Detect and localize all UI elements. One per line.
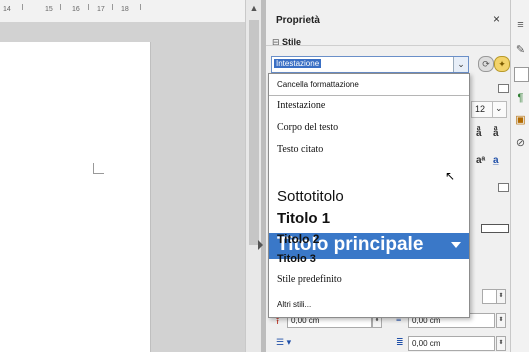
ruler-label: 15 bbox=[45, 6, 53, 13]
spin-button[interactable]: ⬍ bbox=[496, 313, 506, 328]
list-item-label: Titolo 2 bbox=[277, 232, 320, 246]
list-item-label: Cancella formattazione bbox=[277, 80, 359, 89]
ruler-label: 17 bbox=[97, 6, 105, 13]
spin-button[interactable]: ⬍ bbox=[496, 289, 506, 304]
list-item[interactable]: Titolo 1 bbox=[269, 210, 469, 230]
ruler-tick bbox=[112, 4, 113, 10]
paragraph-style-combo[interactable]: Intestazione ⌄ bbox=[271, 56, 469, 73]
superscript-icon[interactable]: aͣ bbox=[476, 128, 482, 139]
update-style-icon[interactable]: ⟳ bbox=[478, 56, 494, 72]
list-item-label: Corpo del testo bbox=[277, 122, 339, 133]
scrollbar-thumb[interactable] bbox=[249, 20, 259, 245]
mouse-pointer-icon: ↖ bbox=[445, 169, 456, 183]
style-section-header[interactable]: ⊟ Stile bbox=[272, 37, 301, 48]
ruler-tick bbox=[22, 4, 23, 10]
font-size-value: 12 bbox=[475, 104, 486, 114]
increase-font-icon[interactable]: aᵃ bbox=[476, 155, 485, 166]
list-item[interactable]: Intestazione bbox=[269, 100, 469, 116]
list-item-label: Testo citato bbox=[277, 144, 324, 155]
list-item[interactable]: Stile predefinito bbox=[269, 274, 469, 290]
more-options-icon[interactable] bbox=[498, 84, 509, 93]
chevron-down-icon[interactable]: ⌄ bbox=[453, 57, 468, 72]
list-item-label: Titolo 3 bbox=[277, 253, 316, 265]
sidebar-tab-bar: ≡ ✎ ¶ ▣ ⊘ bbox=[510, 0, 529, 352]
spacing-below-icon: ≣ bbox=[396, 337, 404, 347]
list-item-label: Intestazione bbox=[277, 100, 326, 111]
decrease-font-icon[interactable]: a̲ bbox=[493, 155, 499, 166]
list-item[interactable]: Cancella formattazione bbox=[269, 80, 469, 94]
highlight-color-swatch[interactable] bbox=[481, 224, 509, 233]
list-item[interactable]: Corpo del testo bbox=[269, 122, 469, 138]
more-options-icon[interactable] bbox=[498, 183, 509, 192]
chevron-down-icon: ⌄ bbox=[495, 103, 503, 113]
ruler-label: 14 bbox=[3, 6, 11, 13]
new-style-icon[interactable]: ✦ bbox=[494, 56, 510, 72]
divider bbox=[269, 95, 469, 96]
ruler-tick bbox=[88, 4, 89, 10]
list-item-label: Titolo 1 bbox=[277, 210, 331, 227]
list-item[interactable]: Sottotitolo bbox=[269, 188, 469, 208]
properties-icon[interactable]: ✎ bbox=[514, 44, 527, 57]
list-item-label: Altri stili... bbox=[277, 300, 312, 309]
ruler-label: 16 bbox=[72, 6, 80, 13]
ruler-label: 18 bbox=[121, 6, 129, 13]
gallery-icon[interactable]: ▣ bbox=[514, 114, 527, 127]
horizontal-ruler[interactable]: 14 15 16 17 18 bbox=[0, 0, 245, 23]
vertical-scrollbar[interactable]: ▲ bbox=[245, 0, 262, 352]
list-icon[interactable]: ☰ ▾ bbox=[276, 337, 291, 348]
scroll-up-icon[interactable]: ▲ bbox=[246, 0, 262, 16]
ruler-tick bbox=[140, 4, 141, 10]
style-dropdown-list: Cancella formattazione Intestazione Corp… bbox=[268, 73, 470, 318]
navigator-icon[interactable]: ⊘ bbox=[514, 137, 527, 150]
collapse-sidebar-icon[interactable] bbox=[258, 240, 263, 250]
ruler-tick bbox=[60, 4, 61, 10]
page-icon[interactable] bbox=[514, 67, 529, 82]
font-size-input[interactable]: 12 bbox=[471, 101, 493, 118]
subscript-icon[interactable]: aͣ bbox=[493, 128, 499, 139]
sidebar-menu-icon[interactable]: ≡ bbox=[514, 19, 527, 32]
panel-title: Proprietà bbox=[276, 15, 320, 26]
list-item[interactable]: Altri stili... bbox=[269, 300, 469, 313]
spacing-input[interactable] bbox=[482, 289, 497, 304]
list-item-label: Stile predefinito bbox=[277, 274, 342, 285]
document-page[interactable] bbox=[0, 42, 151, 352]
font-size-dropdown[interactable]: ⌄ bbox=[492, 101, 507, 118]
close-icon[interactable]: × bbox=[493, 12, 500, 26]
style-combo-value[interactable]: Intestazione bbox=[274, 59, 322, 68]
divider bbox=[266, 45, 511, 46]
spin-button[interactable]: ⬍ bbox=[496, 336, 506, 351]
list-item[interactable]: Titolo 2 bbox=[269, 232, 469, 250]
spacing-below-input[interactable]: 0,00 cm bbox=[408, 336, 495, 351]
styles-icon[interactable]: ¶ bbox=[514, 92, 527, 105]
text-boundary-corner bbox=[93, 163, 104, 174]
list-item[interactable]: Titolo 3 bbox=[269, 253, 469, 269]
list-item[interactable]: Testo citato bbox=[269, 144, 469, 160]
list-item-label: Sottotitolo bbox=[277, 188, 344, 205]
